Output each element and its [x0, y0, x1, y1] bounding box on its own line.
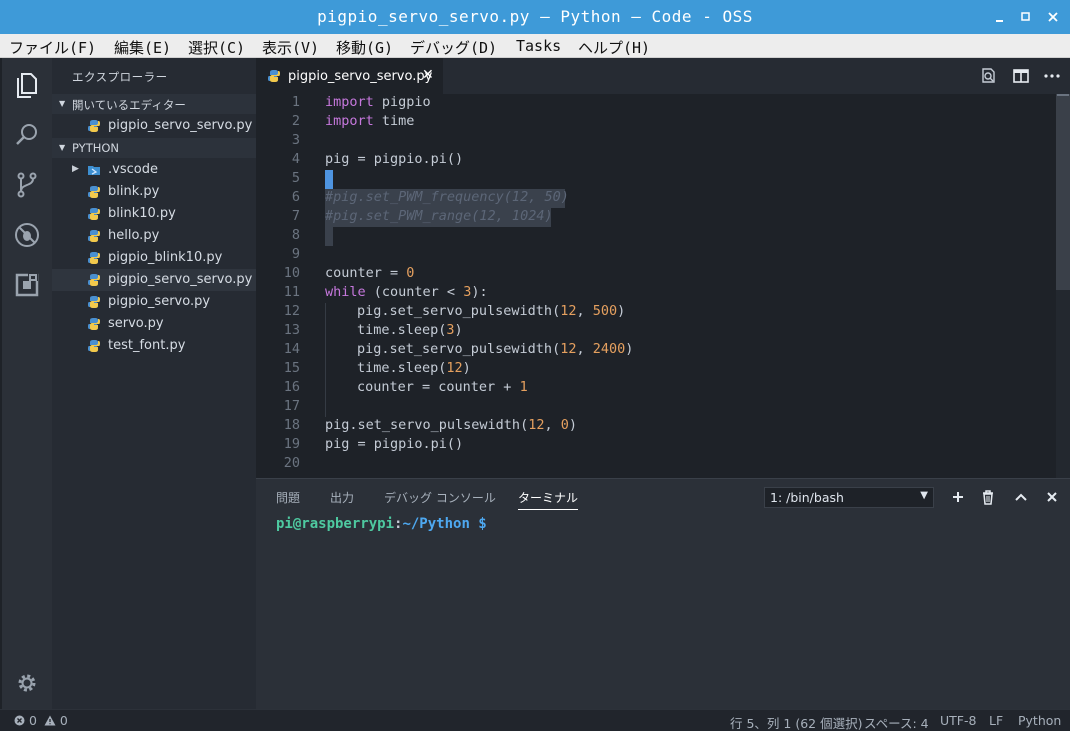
open-changes-icon[interactable] — [980, 67, 998, 85]
scrollbar-cursor-marker — [1057, 94, 1069, 96]
menu-bar: ファイル(F) 編集(E) 選択(C) 表示(V) 移動(G) デバッグ(D) … — [0, 34, 1070, 58]
panel-tab-debug-console[interactable]: デバッグ コンソール — [384, 489, 496, 506]
explorer-title: エクスプローラー — [72, 70, 168, 84]
code-line-9: 9 — [291, 246, 300, 262]
file-item-active[interactable]: pigpio_servo_servo.py — [52, 269, 256, 291]
title-bar: pigpio_servo_servo.py — Python — Code - … — [0, 0, 1070, 34]
window-title: pigpio_servo_servo.py — Python — Code - … — [317, 7, 753, 26]
eol-status[interactable]: LF — [989, 713, 1003, 728]
code-line-17: 17 — [283, 398, 300, 414]
bottom-panel: 問題 出力 デバッグ コンソール ターミナル 1: /bin/bash ▼ pi… — [256, 478, 1070, 709]
search-icon[interactable] — [2, 110, 52, 160]
open-editors-header[interactable]: ▼ 開いているエディター — [52, 94, 256, 114]
python-file-icon — [88, 208, 100, 220]
close-panel-icon[interactable] — [1044, 489, 1060, 505]
code-line-1: 1 import pigpio — [291, 94, 431, 110]
code-line-2: 2 import time — [291, 113, 415, 129]
language-mode-status[interactable]: Python — [1018, 713, 1061, 728]
extensions-icon[interactable] — [2, 260, 52, 310]
menu-help[interactable]: ヘルプ(H) — [578, 37, 650, 58]
dropdown-arrow-icon: ▼ — [920, 490, 928, 501]
code-line-8: 8 — [291, 227, 300, 243]
chevron-right-icon: ▶ — [72, 164, 79, 174]
python-file-icon — [88, 252, 100, 264]
error-icon — [14, 715, 25, 726]
file-item[interactable]: pigpio_servo.py — [52, 291, 256, 313]
menu-go[interactable]: 移動(G) — [336, 37, 393, 58]
python-file-icon — [88, 230, 100, 242]
folder-item-vscode[interactable]: ▶ .vscode — [52, 159, 256, 181]
panel-tab-output[interactable]: 出力 — [330, 489, 354, 506]
python-file-icon — [88, 186, 100, 198]
terminal-prompt[interactable]: pi@raspberrypi:~/Python $ — [276, 516, 487, 532]
debug-icon[interactable] — [2, 210, 52, 260]
file-item[interactable]: blink10.py — [52, 203, 256, 225]
editor-tab-bar: pigpio_servo_servo.py ✕ — [256, 58, 1070, 94]
new-terminal-icon[interactable] — [950, 489, 966, 505]
code-line-12: 12 pig.set_servo_pulsewidth(12, 500) — [283, 303, 626, 319]
vscode-folder-icon — [88, 166, 100, 175]
file-item[interactable]: test_font.py — [52, 335, 256, 357]
code-line-6: 6 #pig.set_PWM_frequency(12, 50) — [291, 189, 569, 205]
python-folder-header[interactable]: ▼ PYTHON — [52, 138, 256, 158]
activity-bar — [2, 58, 52, 709]
warning-icon — [44, 715, 56, 726]
code-line-7: 7 #pig.set_PWM_range(12, 1024) — [291, 208, 553, 224]
file-item[interactable]: blink.py — [52, 181, 256, 203]
code-line-10: 10 counter = 0 — [283, 265, 415, 281]
settings-gear-icon[interactable] — [2, 658, 52, 708]
menu-file[interactable]: ファイル(F) — [9, 37, 96, 58]
code-line-20: 20 — [283, 455, 300, 471]
split-editor-icon[interactable] — [1012, 67, 1030, 85]
code-line-16: 16 counter = counter + 1 — [283, 379, 528, 395]
code-line-5: 5 — [291, 170, 300, 186]
editor-tab-active[interactable]: pigpio_servo_servo.py ✕ — [256, 58, 443, 94]
panel-tab-problems[interactable]: 問題 — [276, 489, 300, 506]
menu-selection[interactable]: 選択(C) — [188, 37, 245, 58]
file-item[interactable]: pigpio_blink10.py — [52, 247, 256, 269]
panel-tab-terminal[interactable]: ターミナル — [518, 489, 579, 510]
minimize-icon[interactable] — [988, 6, 1010, 28]
code-line-3: 3 — [291, 132, 300, 148]
maximize-icon[interactable] — [1014, 6, 1036, 28]
menu-view[interactable]: 表示(V) — [262, 37, 319, 58]
python-file-icon — [88, 340, 100, 352]
status-bar: 0 0 行 5、列 1 (62 個選択) スペース: 4 UTF-8 LF Py… — [0, 709, 1070, 731]
code-line-14: 14 pig.set_servo_pulsewidth(12, 2400) — [283, 341, 634, 357]
source-control-icon[interactable] — [2, 160, 52, 210]
file-item[interactable]: servo.py — [52, 313, 256, 335]
code-editor[interactable]: 1 import pigpio 2 import time 3 4 pig = pig… — [256, 94, 1070, 478]
encoding-status[interactable]: UTF-8 — [940, 713, 976, 728]
chevron-down-icon: ▼ — [59, 99, 66, 108]
chevron-down-icon: ▼ — [59, 143, 66, 152]
cursor-position-status[interactable]: 行 5、列 1 (62 個選択) — [730, 713, 862, 731]
code-line-19: 19 pig = pigpio.pi() — [283, 436, 464, 452]
code-line-15: 15 time.sleep(12) — [283, 360, 471, 376]
code-line-4: 4 pig = pigpio.pi() — [291, 151, 464, 167]
terminal-select[interactable]: 1: /bin/bash ▼ — [764, 487, 934, 508]
code-line-18: 18 pig.set_servo_pulsewidth(12, 0) — [283, 417, 578, 433]
code-line-13: 13 time.sleep(3) — [283, 322, 463, 338]
python-file-icon — [268, 70, 280, 82]
python-file-icon — [88, 120, 100, 132]
kill-terminal-trash-icon[interactable] — [980, 489, 996, 505]
python-file-icon — [88, 318, 100, 330]
python-file-icon — [88, 296, 100, 308]
editor-scrollbar-thumb[interactable] — [1056, 94, 1070, 290]
python-file-icon — [88, 274, 100, 286]
close-window-icon[interactable] — [1042, 6, 1064, 28]
menu-tasks[interactable]: Tasks — [516, 37, 561, 55]
file-item[interactable]: hello.py — [52, 225, 256, 247]
code-line-11: 11 while (counter < 3): — [283, 284, 488, 300]
explorer-icon[interactable] — [2, 60, 52, 110]
maximize-panel-icon[interactable] — [1013, 489, 1029, 505]
menu-edit[interactable]: 編集(E) — [114, 37, 171, 58]
more-actions-icon[interactable] — [1043, 67, 1061, 85]
indentation-status[interactable]: スペース: 4 — [864, 713, 929, 731]
close-tab-icon[interactable]: ✕ — [422, 67, 434, 83]
open-editor-item[interactable]: pigpio_servo_servo.py — [52, 115, 256, 137]
explorer-sidebar: エクスプローラー ▼ 開いているエディター pigpio_servo_servo… — [52, 58, 256, 709]
problems-status[interactable]: 0 0 — [14, 713, 68, 728]
menu-debug[interactable]: デバッグ(D) — [410, 37, 497, 58]
